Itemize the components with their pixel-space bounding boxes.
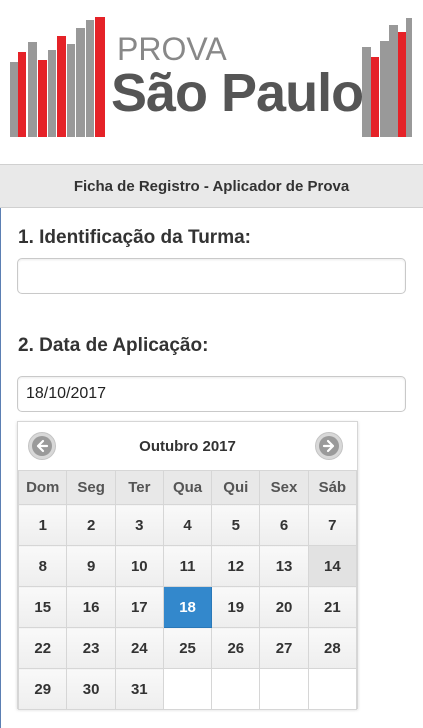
prev-month-button[interactable] <box>28 432 56 460</box>
calendar-week-row: 29 30 31 <box>17 668 358 710</box>
datepicker-header: Outubro 2017 <box>18 422 357 470</box>
calendar-day[interactable]: 23 <box>66 627 116 669</box>
weekday-label: Sáb <box>307 470 358 505</box>
calendar-day[interactable]: 28 <box>307 627 358 669</box>
calendar-day-selected[interactable]: 18 <box>162 586 213 628</box>
calendar-day[interactable]: 1 <box>17 504 68 546</box>
page-title: Ficha de Registro - Aplicador de Prova <box>73 177 350 195</box>
turma-label: 1. Identificação da Turma: <box>18 227 251 248</box>
calendar-day[interactable]: 7 <box>307 504 358 546</box>
weekday-header-row: Dom Seg Ter Qua Qui Sex Sáb <box>17 470 358 505</box>
calendar-empty-cell <box>259 668 309 710</box>
datepicker-month-label: Outubro 2017 <box>139 437 236 455</box>
calendar-empty-cell <box>162 668 213 710</box>
calendar-day[interactable]: 12 <box>211 545 261 587</box>
weekday-label: Dom <box>17 470 68 505</box>
calendar-day[interactable]: 24 <box>114 627 164 669</box>
calendar-day[interactable]: 30 <box>66 668 116 710</box>
calendar-week-row: 15 16 17 18 19 20 21 <box>17 586 358 628</box>
arrow-right-icon <box>319 436 339 456</box>
calendar-day[interactable]: 11 <box>162 545 213 587</box>
logo-text-sao-paulo: São Paulo <box>111 63 364 123</box>
weekday-label: Ter <box>114 470 164 505</box>
calendar-day[interactable]: 22 <box>17 627 68 669</box>
calendar-week-row: 8 9 10 11 12 13 14 <box>17 545 358 587</box>
calendar-empty-cell <box>307 668 358 710</box>
weekday-label: Qui <box>211 470 261 505</box>
datepicker: Outubro 2017 Dom Seg Ter Qua Qui Sex Sáb… <box>17 421 358 710</box>
calendar-day[interactable]: 29 <box>17 668 68 710</box>
calendar-day[interactable]: 5 <box>211 504 261 546</box>
calendar-day[interactable]: 4 <box>162 504 213 546</box>
calendar-day[interactable]: 19 <box>211 586 261 628</box>
calendar-day[interactable]: 8 <box>17 545 68 587</box>
turma-input[interactable] <box>17 258 406 294</box>
calendar-week-row: 22 23 24 25 26 27 28 <box>17 627 358 669</box>
calendar-day[interactable]: 2 <box>66 504 116 546</box>
calendar-day-highlighted[interactable]: 14 <box>307 545 358 587</box>
data-aplicacao-label: 2. Data de Aplicação: <box>18 335 209 356</box>
prova-sao-paulo-logo: PROVA São Paulo <box>0 0 423 150</box>
page-header: Ficha de Registro - Aplicador de Prova <box>0 164 423 208</box>
calendar-week-row: 1 2 3 4 5 6 7 <box>17 504 358 546</box>
calendar-day[interactable]: 16 <box>66 586 116 628</box>
data-aplicacao-input[interactable] <box>17 376 406 412</box>
calendar-empty-cell <box>211 668 261 710</box>
calendar-day[interactable]: 25 <box>162 627 213 669</box>
calendar-day[interactable]: 6 <box>259 504 309 546</box>
arrow-left-icon <box>32 436 52 456</box>
calendar-day[interactable]: 26 <box>211 627 261 669</box>
weekday-label: Sex <box>259 470 309 505</box>
calendar-grid: Dom Seg Ter Qua Qui Sex Sáb 1 2 3 4 5 6 … <box>17 470 358 710</box>
calendar-day[interactable]: 27 <box>259 627 309 669</box>
next-month-button[interactable] <box>315 432 343 460</box>
weekday-label: Seg <box>66 470 116 505</box>
calendar-day[interactable]: 9 <box>66 545 116 587</box>
calendar-day[interactable]: 3 <box>114 504 164 546</box>
calendar-day[interactable]: 21 <box>307 586 358 628</box>
calendar-day[interactable]: 20 <box>259 586 309 628</box>
calendar-day[interactable]: 15 <box>17 586 68 628</box>
weekday-label: Qua <box>162 470 213 505</box>
calendar-day[interactable]: 13 <box>259 545 309 587</box>
calendar-day[interactable]: 17 <box>114 586 164 628</box>
calendar-day[interactable]: 31 <box>114 668 164 710</box>
calendar-day[interactable]: 10 <box>114 545 164 587</box>
